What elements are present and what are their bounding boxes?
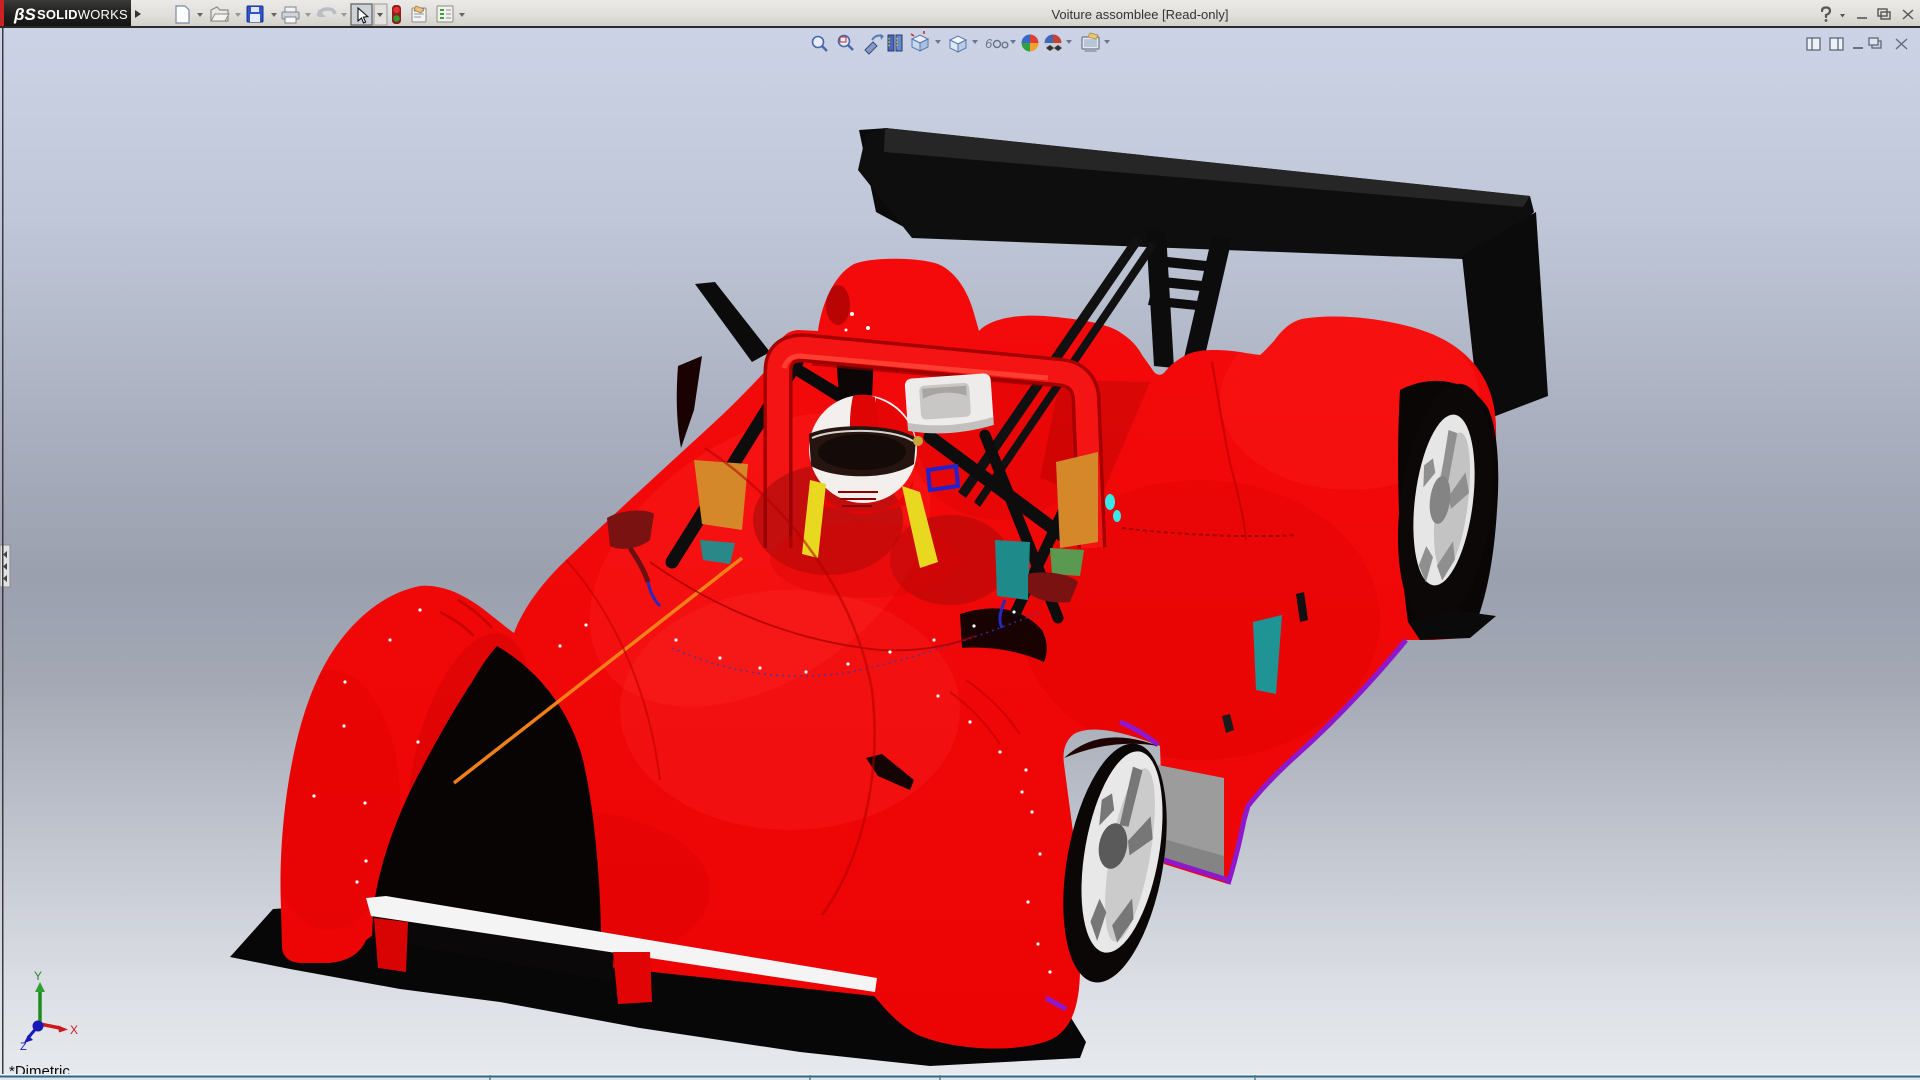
svg-text:βS: βS bbox=[13, 5, 37, 24]
svg-text:X: X bbox=[70, 1023, 78, 1037]
svg-text:6: 6 bbox=[985, 36, 993, 51]
svg-text:Y: Y bbox=[34, 969, 42, 983]
svg-text:Voiture assomblee [Read-only]: Voiture assomblee [Read-only] bbox=[1051, 7, 1228, 22]
svg-text:Z: Z bbox=[20, 1041, 27, 1053]
svg-text:SOLIDWORKS: SOLIDWORKS bbox=[37, 7, 128, 22]
